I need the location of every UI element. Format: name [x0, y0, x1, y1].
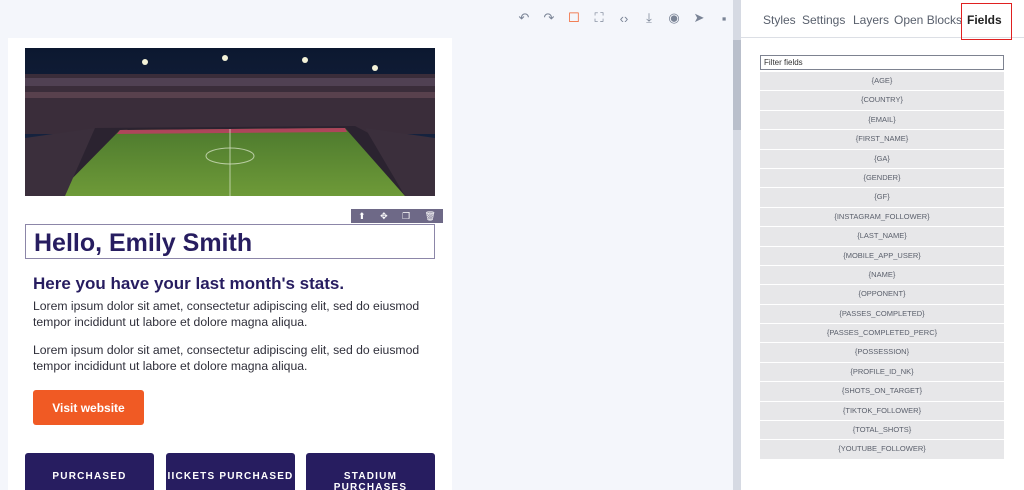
drag-move-icon[interactable]: ✥	[380, 209, 388, 223]
preview-icon[interactable]: ◉	[662, 8, 686, 28]
field-item[interactable]: {SHOTS_ON_TARGET}	[760, 382, 1004, 401]
canvas-scroll-thumb[interactable]	[733, 40, 741, 130]
field-item[interactable]: {MOBILE_APP_USER}	[760, 246, 1004, 265]
stat-card-purchased: PURCHASED	[25, 453, 154, 490]
email-canvas: ⬆ ✥ ❐ 🗑 Hello, Emily Smith Here you have…	[8, 38, 452, 490]
field-item[interactable]: {EMAIL}	[760, 110, 1004, 130]
tab-open-blocks[interactable]: Open Blocks	[894, 13, 962, 27]
redo-icon[interactable]: ↷	[537, 8, 561, 28]
tab-styles[interactable]: Styles	[763, 13, 796, 27]
field-item[interactable]: {INSTAGRAM_FOLLOWER}	[760, 207, 1004, 227]
duplicate-icon[interactable]: ❐	[402, 209, 410, 223]
field-item[interactable]: {TIKTOK_FOLLOWER}	[760, 401, 1004, 421]
delete-icon[interactable]: 🗑	[424, 209, 435, 223]
stadium-image	[25, 48, 435, 196]
greeting-heading: Hello, Emily Smith	[34, 229, 253, 257]
field-item[interactable]: {FIRST_NAME}	[760, 130, 1004, 149]
move-up-icon[interactable]: ⬆	[358, 209, 366, 223]
code-icon[interactable]: ‹›	[612, 8, 636, 28]
body-paragraph-2: Lorem ipsum dolor sit amet, consectetur …	[33, 343, 420, 373]
field-item[interactable]: {AGE}	[760, 72, 1004, 91]
block-toolbar: ⬆ ✥ ❐ 🗑	[351, 209, 443, 223]
field-item[interactable]: {PASSES_COMPLETED}	[760, 304, 1004, 324]
tab-settings[interactable]: Settings	[802, 13, 845, 27]
field-item[interactable]: {POSSESSION}	[760, 343, 1004, 362]
fullscreen-icon[interactable]: ⛶	[587, 8, 611, 28]
side-panel: Styles Settings Layers Open Blocks Field…	[741, 0, 1024, 490]
field-item[interactable]: {TOTAL_SHOTS}	[760, 421, 1004, 440]
stadium-hero-image[interactable]	[25, 48, 435, 196]
field-item[interactable]: {OPPONENT}	[760, 285, 1004, 304]
field-item[interactable]: {GA}	[760, 149, 1004, 168]
import-icon[interactable]: ⤓	[637, 8, 661, 28]
active-tab-highlight	[961, 3, 1012, 40]
stat-card-tickets: IICKETS PURCHASED	[166, 453, 295, 490]
field-item[interactable]: {GF}	[760, 188, 1004, 207]
field-item[interactable]: {PROFILE_ID_NK}	[760, 362, 1004, 382]
field-item[interactable]: {GENDER}	[760, 168, 1004, 188]
field-item[interactable]: {PASSES_COMPLETED_PERC}	[760, 324, 1004, 343]
panel-tabs: Styles Settings Layers Open Blocks Field…	[741, 0, 1024, 40]
fields-list: {AGE} {COUNTRY} {EMAIL} {FIRST_NAME} {GA} {GE…	[760, 72, 1004, 460]
field-item[interactable]: {LAST_NAME}	[760, 227, 1004, 246]
stat-card-stadium: STADIUM PURCHASES	[306, 453, 435, 490]
field-item[interactable]: {YOUTUBE_FOLLOWER}	[760, 440, 1004, 459]
selected-heading-block[interactable]: Hello, Emily Smith	[25, 224, 435, 259]
undo-icon[interactable]: ↶	[512, 8, 536, 28]
filter-fields-input[interactable]	[760, 55, 1004, 70]
visit-website-button[interactable]: Visit website	[33, 390, 144, 425]
field-item[interactable]: {NAME}	[760, 265, 1004, 285]
stats-subheading: Here you have your last month's stats.	[33, 274, 345, 293]
tab-layers[interactable]: Layers	[853, 13, 889, 27]
field-item[interactable]: {COUNTRY}	[760, 91, 1004, 110]
select-frame-icon[interactable]: ☐	[562, 8, 586, 28]
body-paragraph-1: Lorem ipsum dolor sit amet, consectetur …	[33, 299, 420, 329]
send-icon[interactable]: ➤	[687, 8, 711, 28]
editor-toolbar: ↶ ↷ ☐ ⛶ ‹› ⤓ ◉ ➤ ▪	[512, 8, 737, 28]
